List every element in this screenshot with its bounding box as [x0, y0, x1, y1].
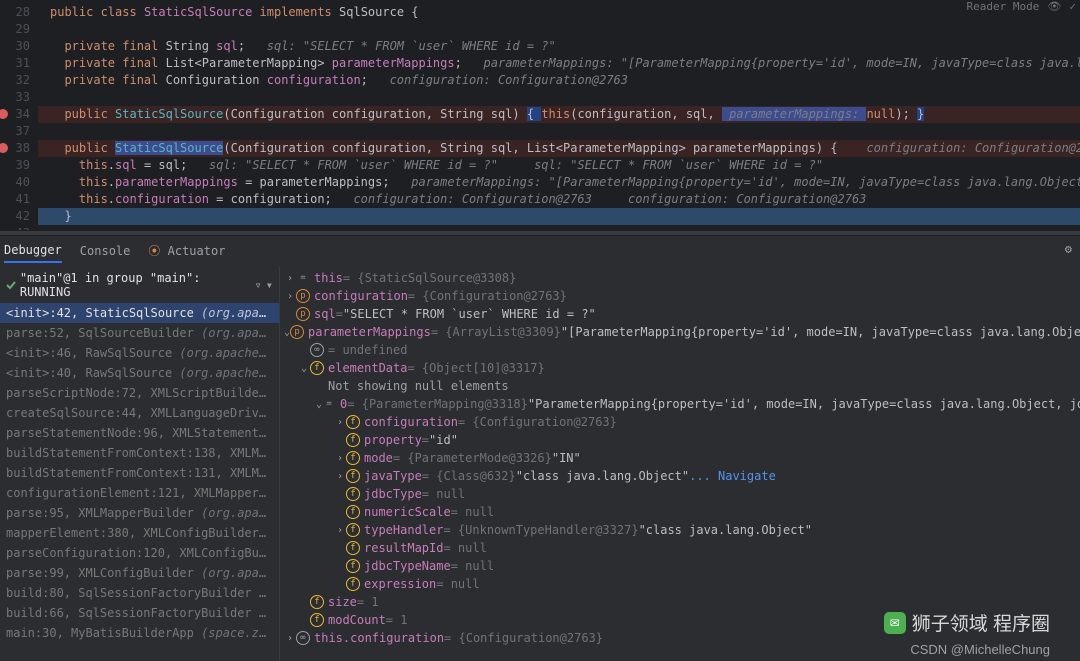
- chevron-down-icon[interactable]: ▾: [266, 278, 273, 292]
- variable-row[interactable]: ›pconfiguration = {Configuration@2763}: [280, 287, 1080, 305]
- stack-frame[interactable]: createSqlSource:44, XMLLanguageDriver (o…: [0, 403, 279, 423]
- variable-row[interactable]: ›fnumericScale = null: [280, 503, 1080, 521]
- actuator-icon: ⦿: [148, 244, 160, 258]
- variable-row[interactable]: ›fproperty = "id": [280, 431, 1080, 449]
- reader-mode-label[interactable]: Reader Mode: [967, 0, 1040, 13]
- check-icon: ✓: [1069, 0, 1076, 13]
- code-line[interactable]: this.sql = sql; sql: "SELECT * FROM `use…: [38, 157, 1080, 174]
- stack-frame[interactable]: <init>:40, RawSqlSource (org.apache.ibat…: [0, 363, 279, 383]
- variable-row[interactable]: ⌄pparameterMappings = {ArrayList@3309} "…: [280, 323, 1080, 341]
- stack-frame[interactable]: buildStatementFromContext:138, XMLMapper…: [0, 443, 279, 463]
- variable-row[interactable]: ›fjavaType = {Class@632} "class java.lan…: [280, 467, 1080, 485]
- reader-mode-bar: Reader Mode 👁 ✓: [967, 0, 1076, 13]
- code-line[interactable]: [38, 225, 1080, 230]
- stack-frame[interactable]: build:80, SqlSessionFactoryBuilder (org.…: [0, 583, 279, 603]
- variable-row[interactable]: ›Not showing null elements: [280, 377, 1080, 395]
- inspections-icon[interactable]: 👁: [1047, 0, 1061, 13]
- code-line[interactable]: private final Configuration configuratio…: [38, 72, 1080, 89]
- variable-row[interactable]: ›ftypeHandler = {UnknownTypeHandler@3327…: [280, 521, 1080, 539]
- variable-row[interactable]: ⌄felementData = {Object[10]@3317}: [280, 359, 1080, 377]
- tab-actuator[interactable]: ⦿ Actuator: [148, 242, 225, 263]
- stack-frame[interactable]: <init>:46, RawSqlSource (org.apache.ibat…: [0, 343, 279, 363]
- debug-tabs: Debugger Console ⦿ Actuator: [0, 236, 1080, 267]
- code-line[interactable]: public class StaticSqlSource implements …: [38, 4, 1080, 21]
- stack-frame[interactable]: parseScriptNode:72, XMLScriptBuilder (or…: [0, 383, 279, 403]
- code-line[interactable]: this.configuration = configuration; conf…: [38, 191, 1080, 208]
- stack-frame[interactable]: parse:99, XMLConfigBuilder (org.apache.i…: [0, 563, 279, 583]
- gear-icon[interactable]: ⚙: [1065, 242, 1072, 256]
- code-line[interactable]: public StaticSqlSource(Configuration con…: [38, 106, 1080, 123]
- stack-frame[interactable]: parseStatementNode:96, XMLStatementBuild…: [0, 423, 279, 443]
- stack-frame[interactable]: main:30, MyBatisBuilderApp (space.zlyx.m…: [0, 623, 279, 643]
- variables-panel[interactable]: ›=this = {StaticSqlSource@3308} ›pconfig…: [280, 267, 1080, 661]
- check-icon: [6, 280, 16, 290]
- stack-frame[interactable]: buildStatementFromContext:131, XMLMapper…: [0, 463, 279, 483]
- stack-frame[interactable]: configurationElement:121, XMLMapperBuild…: [0, 483, 279, 503]
- frames-panel: "main"@1 in group "main": RUNNING ▿ ▾ <i…: [0, 267, 280, 661]
- stack-frame[interactable]: parse:52, SqlSourceBuilder (org.apache.i…: [0, 323, 279, 343]
- variable-row[interactable]: ›fsize = 1: [280, 593, 1080, 611]
- variable-row[interactable]: ›fmodCount = 1: [280, 611, 1080, 629]
- variable-row[interactable]: ›fmode = {ParameterMode@3326} "IN": [280, 449, 1080, 467]
- variable-row[interactable]: ›=this = {StaticSqlSource@3308}: [280, 269, 1080, 287]
- code-line[interactable]: [38, 21, 1080, 38]
- debug-body: "main"@1 in group "main": RUNNING ▿ ▾ <i…: [0, 267, 1080, 661]
- stack-frame[interactable]: parse:95, XMLMapperBuilder (org.apache.i…: [0, 503, 279, 523]
- code-line[interactable]: [38, 89, 1080, 106]
- editor-code-area[interactable]: public class StaticSqlSource implements …: [38, 0, 1080, 230]
- variable-row[interactable]: ›∞ = undefined: [280, 341, 1080, 359]
- editor-gutter[interactable]: 2829303132333437383940414243: [0, 0, 38, 230]
- variable-row[interactable]: ⌄=0 = {ParameterMapping@3318} "Parameter…: [280, 395, 1080, 413]
- code-line[interactable]: private final String sql; sql: "SELECT *…: [38, 38, 1080, 55]
- code-line[interactable]: }: [38, 208, 1080, 225]
- stack-frame[interactable]: build:66, SqlSessionFactoryBuilder (org.…: [0, 603, 279, 623]
- thread-selector[interactable]: "main"@1 in group "main": RUNNING ▿ ▾: [0, 267, 279, 303]
- variable-row[interactable]: ›fexpression = null: [280, 575, 1080, 593]
- tab-console[interactable]: Console: [80, 244, 131, 262]
- variable-row[interactable]: ›fconfiguration = {Configuration@2763}: [280, 413, 1080, 431]
- frame-list[interactable]: <init>:42, StaticSqlSource (org.apache.i…: [0, 303, 279, 661]
- thread-name: "main"@1 in group "main": RUNNING: [20, 271, 255, 299]
- code-line[interactable]: this.parameterMappings = parameterMappin…: [38, 174, 1080, 191]
- filter-icon[interactable]: ▿: [255, 278, 262, 292]
- debug-panel: ⚙ Debugger Console ⦿ Actuator "main"@1 i…: [0, 236, 1080, 661]
- code-line[interactable]: [38, 123, 1080, 140]
- variable-row[interactable]: ›∞this.configuration = {Configuration@27…: [280, 629, 1080, 647]
- code-editor[interactable]: Reader Mode 👁 ✓ 282930313233343738394041…: [0, 0, 1080, 230]
- tab-debugger[interactable]: Debugger: [4, 243, 62, 263]
- variable-row[interactable]: ›fjdbcTypeName = null: [280, 557, 1080, 575]
- variable-row[interactable]: ›psql = "SELECT * FROM `user` WHERE id =…: [280, 305, 1080, 323]
- stack-frame[interactable]: parseConfiguration:120, XMLConfigBuilder…: [0, 543, 279, 563]
- view-link[interactable]: ... Navigate: [689, 469, 776, 483]
- stack-frame[interactable]: <init>:42, StaticSqlSource (org.apache.i…: [0, 303, 279, 323]
- code-line[interactable]: public StaticSqlSource(Configuration con…: [38, 140, 1080, 157]
- stack-frame[interactable]: mapperElement:380, XMLConfigBuilder (org…: [0, 523, 279, 543]
- code-line[interactable]: private final List<ParameterMapping> par…: [38, 55, 1080, 72]
- variable-row[interactable]: ›fjdbcType = null: [280, 485, 1080, 503]
- variable-row[interactable]: ›fresultMapId = null: [280, 539, 1080, 557]
